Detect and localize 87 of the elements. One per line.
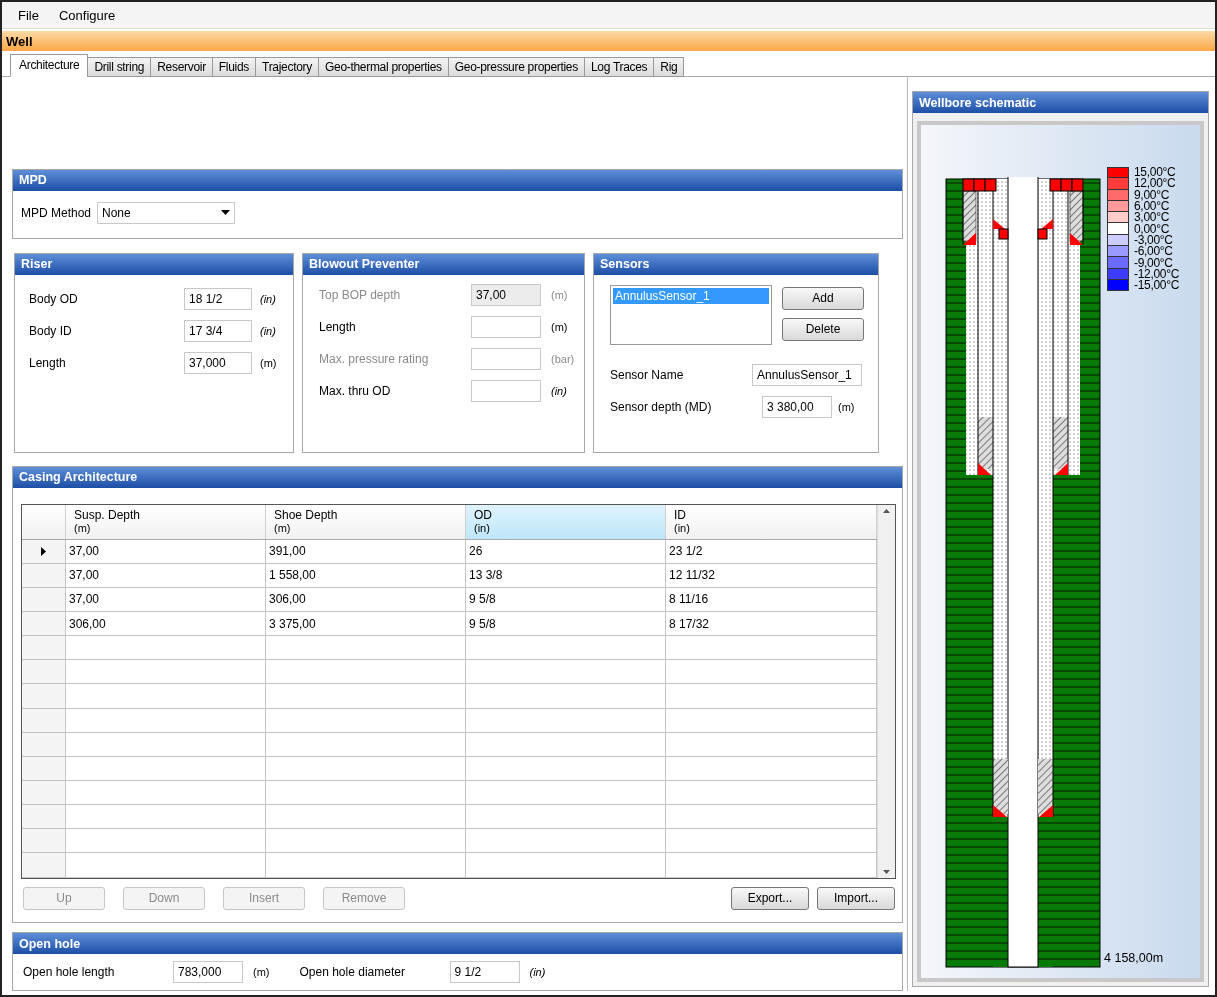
table-cell: 391,00 — [266, 539, 466, 563]
table-cell: 26 — [466, 539, 666, 563]
caret-icon — [221, 210, 231, 216]
sensor-button[interactable]: Add — [782, 286, 864, 310]
input-field[interactable]: 17 3/4 — [184, 319, 252, 342]
field-label: Sensor Name — [610, 367, 685, 382]
legend-label: 0,00°C — [1134, 223, 1170, 235]
menu-item[interactable]: Configure — [50, 4, 124, 26]
input-field[interactable]: 37,000 — [184, 351, 252, 374]
unit-label: (in) — [551, 384, 568, 397]
column-header[interactable]: ID (in) — [666, 504, 877, 539]
tab[interactable]: Trajectory — [255, 57, 319, 77]
column-header[interactable]: OD (in) — [466, 504, 666, 539]
table-cell: 306,00 — [266, 587, 466, 612]
table-cell: 37,00 — [66, 563, 266, 587]
input-field[interactable]: AnnulusSensor_1 — [752, 363, 862, 386]
field-label: Max. pressure rating — [319, 351, 430, 366]
input-field[interactable]: 783,000 — [173, 961, 243, 983]
tab[interactable]: Fluids — [211, 57, 257, 77]
table-cell: 306,00 — [66, 612, 266, 636]
row-header[interactable] — [22, 539, 66, 563]
unit-label: (m) — [260, 356, 278, 369]
scroll-bar[interactable] — [877, 504, 895, 878]
table-cell: 37,00 — [66, 587, 266, 612]
section-header: Blowout Preventer — [303, 253, 584, 275]
legend-label: 6,00°C — [1134, 201, 1170, 213]
column-header[interactable]: Shoe Depth (m) — [266, 504, 466, 539]
legend-label: 15,00°C — [1134, 167, 1176, 179]
legend-label: -3,00°C — [1134, 234, 1173, 246]
table-cell: 37,00 — [66, 539, 266, 563]
field-label: Open hole diameter — [299, 965, 406, 979]
field-label: Body ID — [29, 323, 73, 338]
field-label: Top BOP depth — [319, 287, 402, 302]
tab[interactable]: Drill string — [87, 57, 152, 77]
section-header: Wellbore schematic — [913, 92, 1208, 113]
field-label: Length — [319, 319, 357, 334]
menu-item[interactable]: File — [10, 4, 47, 26]
field-label: Max. thru OD — [319, 383, 392, 398]
section-header: MPD — [13, 169, 902, 191]
input-field[interactable]: 9 1/2 — [449, 961, 520, 983]
table-cell: 9 5/8 — [466, 612, 666, 636]
legend-label: -15,00°C — [1134, 280, 1180, 292]
field-label: Sensor depth (MD) — [610, 399, 713, 414]
tab[interactable]: Log Traces — [583, 57, 655, 77]
input-field[interactable] — [471, 315, 541, 338]
unit-label: (m) — [551, 320, 569, 333]
tab[interactable]: Rig — [653, 57, 685, 77]
table-cell: 9 5/8 — [466, 587, 666, 612]
section-header: Riser — [15, 253, 293, 275]
field-label: Body OD — [29, 291, 79, 306]
mpd-method-dropdown[interactable]: None — [97, 201, 236, 224]
section-header: Casing Architecture — [13, 466, 902, 488]
unit-label: (in) — [529, 966, 546, 978]
legend-label: -12,00°C — [1134, 268, 1180, 280]
tab[interactable]: Reservoir — [150, 57, 213, 77]
current-row-icon — [41, 546, 46, 556]
window-title: Well — [2, 31, 1215, 51]
depth-label: 4 158,00m — [1104, 951, 1164, 965]
table-cell: 3 375,00 — [266, 612, 466, 636]
unit-label: (bar) — [551, 352, 575, 365]
field-label: Open hole length — [23, 965, 116, 979]
section-header: Open hole — [13, 933, 902, 954]
tab[interactable]: Geo-thermal properties — [317, 57, 449, 77]
legend-label: 9,00°C — [1134, 189, 1170, 201]
unit-label: (m) — [838, 400, 856, 413]
legend-label: 12,00°C — [1134, 178, 1176, 190]
unit-label: (m) — [551, 288, 569, 301]
input-field[interactable]: 3 380,00 — [762, 395, 832, 418]
sensor-button[interactable]: Delete — [782, 317, 864, 341]
input-field[interactable]: 18 1/2 — [184, 287, 252, 310]
section-header: Sensors — [594, 253, 878, 275]
file-button[interactable]: Export... — [731, 886, 809, 910]
unit-label: (in) — [260, 292, 277, 305]
tab[interactable]: Architecture — [10, 54, 89, 77]
unit-label: (m) — [253, 966, 270, 978]
field-label: MPD Method — [21, 205, 92, 220]
table-cell: 13 3/8 — [466, 563, 666, 587]
table-cell: 1 558,00 — [266, 563, 466, 587]
column-header[interactable]: Susp. Depth (m) — [66, 504, 266, 539]
unit-label: (in) — [260, 324, 277, 337]
file-button[interactable]: Import... — [817, 886, 895, 910]
tab[interactable]: Geo-pressure properties — [447, 57, 585, 77]
legend-label: -9,00°C — [1134, 257, 1173, 269]
legend-label: -6,00°C — [1134, 246, 1173, 258]
input-field[interactable] — [471, 379, 541, 402]
field-label: Length — [29, 355, 67, 370]
legend-label: 3,00°C — [1134, 212, 1170, 224]
